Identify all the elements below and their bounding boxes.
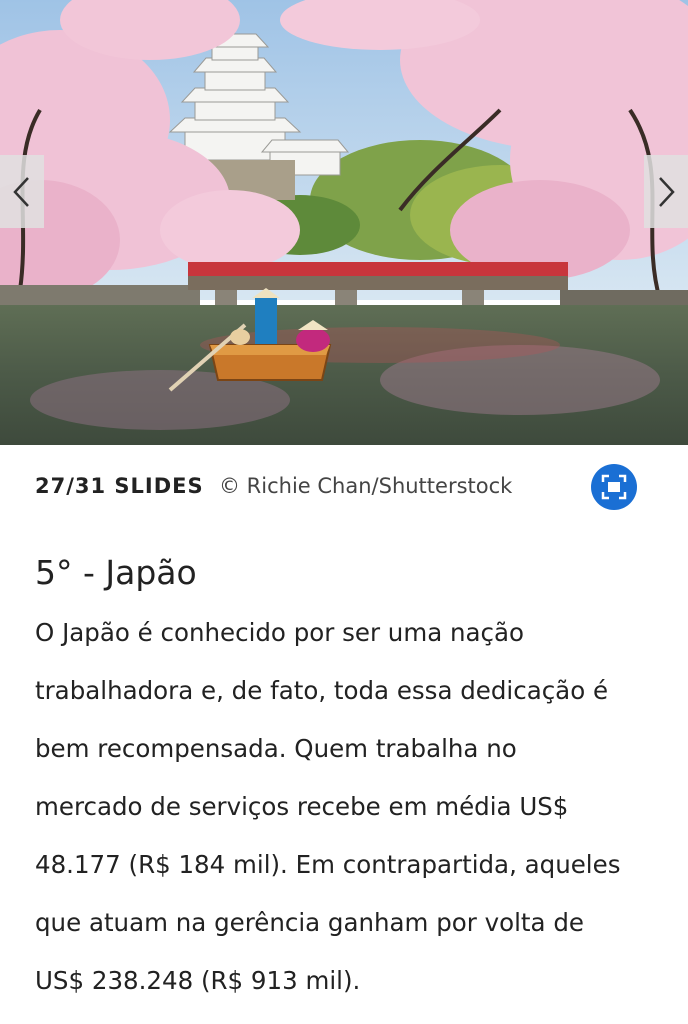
- chevron-left-icon: [13, 176, 29, 207]
- body-line: mercado de serviços recebe em média US$: [35, 792, 569, 821]
- body-line: US$ 238.248 (R$ 913 mil).: [35, 966, 361, 995]
- fullscreen-icon: [601, 474, 627, 500]
- body-line: bem recompensada. Quem trabalha no: [35, 734, 517, 763]
- article-title: 5° - Japão: [35, 553, 197, 592]
- chevron-right-icon: [659, 176, 675, 207]
- body-line: 48.177 (R$ 184 mil). Em contrapartida, a…: [35, 850, 621, 879]
- slideshow-page: 27/31 SLIDES © Richie Chan/Shutterstock …: [0, 0, 688, 1024]
- next-slide-button[interactable]: [644, 155, 688, 228]
- body-line: que atuam na gerência ganham por volta d…: [35, 908, 584, 937]
- slide-photo[interactable]: [0, 0, 688, 445]
- body-line: trabalhadora e, de fato, toda essa dedic…: [35, 676, 609, 705]
- photo-credit: © Richie Chan/Shutterstock: [219, 474, 513, 498]
- article-body: O Japão é conhecido por ser uma nação tr…: [35, 604, 660, 1010]
- slide-counter: 27/31 SLIDES: [35, 474, 204, 498]
- body-line: O Japão é conhecido por ser uma nação: [35, 618, 525, 647]
- prev-slide-button[interactable]: [0, 155, 44, 228]
- fullscreen-button[interactable]: [591, 464, 637, 510]
